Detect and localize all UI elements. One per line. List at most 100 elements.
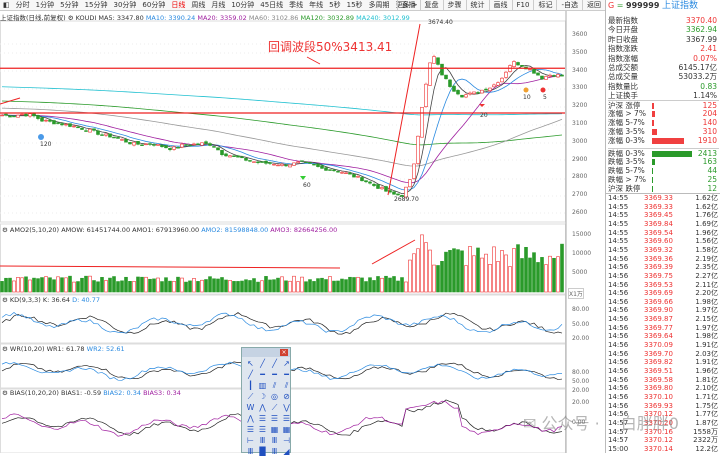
volume-bar: [488, 264, 492, 293]
palette-titlebar[interactable]: ×: [242, 348, 290, 357]
tool-button[interactable]: 复盘: [419, 0, 443, 11]
drawing-tool-icon[interactable]: ╱: [269, 359, 280, 369]
drawing-tool-icon[interactable]: ⋀: [257, 403, 268, 413]
candle: [356, 175, 360, 178]
drawing-tool-icon[interactable]: ╱: [245, 370, 256, 380]
drawing-tool-icon[interactable]: ┃: [245, 381, 256, 391]
volume-bar: [540, 257, 544, 293]
tick-time: 14:56: [608, 358, 629, 367]
drawing-tool-icon[interactable]: ⫽: [281, 381, 292, 391]
drawing-tool-icon[interactable]: █: [257, 447, 268, 457]
volume-bar: [212, 278, 216, 293]
drawing-tool-icon[interactable]: ☰: [269, 414, 280, 424]
candle: [52, 120, 56, 125]
period-tab[interactable]: 15秒: [344, 0, 366, 10]
drawing-tool-icon[interactable]: ◢: [281, 447, 292, 457]
drawing-tool-icon[interactable]: Ⅲ: [245, 447, 256, 457]
tool-button[interactable]: 返回: [582, 0, 605, 11]
volume-bar: [28, 279, 32, 293]
period-tab[interactable]: 5秒: [326, 0, 343, 10]
period-tab[interactable]: 10分钟: [228, 0, 257, 10]
period-tab[interactable]: 5分钟: [57, 0, 81, 10]
candle: [196, 143, 200, 145]
drawing-tool-icon[interactable]: ☰: [245, 425, 256, 435]
candle: [284, 164, 288, 167]
close-icon[interactable]: ×: [280, 349, 288, 356]
settings-icon[interactable]: ⚙: [68, 14, 74, 22]
period-tab[interactable]: 月线: [208, 0, 228, 10]
volume-bar: [548, 255, 552, 293]
period-tab[interactable]: 日线: [168, 0, 188, 10]
stat-value: 0.83: [700, 81, 717, 91]
drawing-tool-icon[interactable]: ☰: [257, 425, 268, 435]
drawing-tool-icon[interactable]: ↗: [281, 359, 292, 369]
candle: [528, 68, 532, 71]
drawing-tools-palette[interactable]: × ↖ ╱ ╱ ↗ ╱ ━ ━ ━ ┃ ▥ ⫽ ⫽ ⟋ ☽ ◎ ⊘ W ⋀ ⟋ ⋁ ⋀ ☰ ☰ ☰ ☰ ☰ ▦ ▦ ⊢ Ⅲ Ⅲ ⊣ Ⅲ █ Ⅲ ◢: [241, 347, 292, 456]
drawing-tool-icon[interactable]: W: [245, 403, 256, 413]
drawing-tool-icon[interactable]: ▦: [269, 425, 280, 435]
drawing-tool-icon[interactable]: ☰: [281, 414, 292, 424]
breadth-label: 跌幅 5-7%: [608, 165, 645, 175]
period-tab[interactable]: 1分钟: [33, 0, 57, 10]
drawing-tool-icon[interactable]: ━: [257, 370, 268, 380]
breadth-bar: [652, 167, 653, 174]
period-tab[interactable]: 60分钟: [139, 0, 168, 10]
period-tab[interactable]: 分时: [13, 0, 33, 10]
candle: [492, 84, 496, 88]
tick-time: 14:55: [608, 245, 629, 254]
period-tab[interactable]: 年线: [306, 0, 326, 10]
drawing-tool-icon[interactable]: ━: [269, 370, 280, 380]
tool-button[interactable]: 画线: [488, 0, 512, 11]
volume-bar: [12, 280, 16, 293]
candle: [336, 171, 340, 173]
kd-axis-tick: 20.00: [572, 335, 590, 342]
marker-120: 120: [40, 141, 52, 148]
tool-button[interactable]: 标记: [533, 0, 556, 11]
panel-header: G = 999999 上证指数: [608, 1, 698, 11]
volume-bar: [404, 281, 408, 293]
drawing-tool-icon[interactable]: ╱: [257, 359, 268, 369]
drawing-tool-icon[interactable]: ⟋: [269, 403, 280, 413]
stat-label: 今日开盘: [608, 25, 638, 35]
tick-price: 3369.33: [644, 194, 673, 202]
drawing-tool-icon[interactable]: ⫽: [269, 381, 280, 391]
drawing-tool-icon[interactable]: ⟋: [245, 392, 256, 402]
volume-bar: [336, 280, 340, 293]
drawing-tool-icon[interactable]: ☰: [257, 414, 268, 424]
volume-bar: [456, 249, 460, 293]
tool-button[interactable]: -自选: [556, 0, 582, 11]
drawing-tool-icon[interactable]: Ⅲ: [257, 436, 268, 446]
drawing-tool-icon[interactable]: ▦: [281, 425, 292, 435]
drawing-tool-icon[interactable]: ↖: [245, 359, 256, 369]
candle: [548, 74, 552, 77]
tool-button[interactable]: 统计: [465, 0, 489, 11]
period-tab[interactable]: 周线: [188, 0, 208, 10]
volume-bar: [272, 279, 276, 293]
period-tab[interactable]: 15分钟: [82, 0, 111, 10]
drawing-tool-icon[interactable]: ◎: [269, 392, 280, 402]
drawing-tool-icon[interactable]: ⊣: [281, 436, 292, 446]
drawing-tool-icon[interactable]: ▥: [257, 381, 268, 391]
period-tab[interactable]: 多周期: [366, 0, 393, 10]
drawing-tool-icon[interactable]: ⊢: [245, 436, 256, 446]
drawing-tool-icon[interactable]: ━: [281, 370, 292, 380]
drawing-tool-icon[interactable]: Ⅲ: [269, 447, 280, 457]
drawing-tool-icon[interactable]: Ⅲ: [269, 436, 280, 446]
ma240-value: MA240: 3012.99: [356, 14, 410, 22]
tool-button[interactable]: 步骤: [442, 0, 466, 11]
tool-button[interactable]: F10: [511, 0, 534, 11]
tool-button[interactable]: 直播: [396, 0, 420, 11]
period-tab[interactable]: 45日线: [257, 0, 286, 10]
period-tab[interactable]: 30分钟: [110, 0, 139, 10]
drawing-tool-icon[interactable]: ⋀: [245, 414, 256, 424]
candle: [48, 119, 52, 122]
tick-price: 3369.80: [644, 384, 673, 393]
drawing-tool-icon[interactable]: ⋁: [281, 403, 292, 413]
drawing-tool-icon[interactable]: ☽: [257, 392, 268, 402]
period-tab[interactable]: 季线: [286, 0, 306, 10]
drawing-tool-icon[interactable]: ⊘: [281, 392, 292, 402]
volume-bar: [228, 280, 232, 293]
candle: [228, 155, 232, 158]
layout-icon[interactable]: ◧: [0, 1, 13, 9]
tick-time: 14:56: [608, 332, 629, 341]
